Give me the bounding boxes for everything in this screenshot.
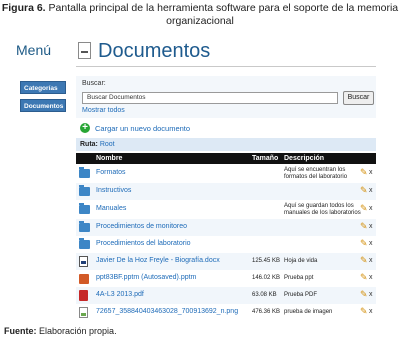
row-size: 476.36 KB [252,309,281,315]
caption-label: Figura 6. [1,2,46,14]
row-name[interactable]: Procedimientos del laboratorio [96,240,191,247]
column-header-name[interactable]: Nombre [96,153,122,164]
edit-pencil-icon[interactable]: ✎ [360,204,368,213]
edit-pencil-icon[interactable]: ✎ [360,239,368,248]
edit-pencil-icon[interactable]: ✎ [360,307,368,316]
figure-source: Fuente: Elaboración propia. [4,326,117,336]
edit-pencil-icon[interactable]: ✎ [360,186,368,195]
table-row[interactable]: 4A-L3 2013.pdf 63.08 KB Prueba PDF ✎ x [76,287,376,304]
source-text: Elaboración propia. [39,326,117,336]
row-description: prueba de imagen [284,309,333,315]
delete-icon[interactable]: x [369,223,373,230]
folder-icon [79,167,90,178]
word-file-icon [79,256,88,267]
search-label: Buscar: [82,80,106,87]
row-name[interactable]: Procedimientos de monitoreo [96,223,187,230]
sidebar-item-documentos[interactable]: Documentos [20,99,66,112]
upload-document-link[interactable]: Cargar un nuevo documento [95,124,190,133]
delete-icon[interactable]: x [369,169,373,176]
row-description: Aquí se encuentran los formatos del labo… [284,167,348,180]
column-header-size[interactable]: Tamaño [252,153,278,164]
table-row[interactable]: Formatos Aquí se encuentran los formatos… [76,165,376,182]
route-label: Ruta: [80,141,98,148]
edit-pencil-icon[interactable]: ✎ [360,273,368,282]
page-title: Documentos [98,40,211,62]
row-name[interactable]: Instructivos [96,187,131,194]
row-size: 146.02 KB [252,275,281,281]
folder-icon [79,185,90,196]
show-all-link[interactable]: Mostrar todos [82,107,125,114]
powerpoint-file-icon [79,274,89,284]
delete-icon[interactable]: x [369,291,373,298]
source-label: Fuente: [4,326,37,336]
row-description: Prueba PDF [284,292,318,298]
table-row[interactable]: Procedimientos del laboratorio ✎ x [76,236,376,253]
row-name[interactable]: 72657_358840403463028_700913692_n.png [96,308,238,315]
caption-text-line2: organizacional [166,15,234,27]
row-name[interactable]: 4A-L3 2013.pdf [96,291,144,298]
search-input[interactable]: Buscar Documentos [82,92,338,104]
add-icon[interactable]: + [80,123,90,133]
edit-pencil-icon[interactable]: ✎ [360,168,368,177]
title-divider [76,66,376,67]
delete-icon[interactable]: x [369,205,373,212]
breadcrumb: Ruta: Root [76,138,376,151]
delete-icon[interactable]: x [369,240,373,247]
edit-pencil-icon[interactable]: ✎ [360,256,368,265]
row-description: Aquí se guardan todos los manuales de lo… [284,203,361,216]
sidebar-item-categorias[interactable]: Categorías [20,81,66,94]
document-icon [78,42,91,59]
folder-icon [79,221,90,232]
row-size: 125.45 KB [252,258,281,264]
search-button[interactable]: Buscar [343,91,374,105]
delete-icon[interactable]: x [369,274,373,281]
caption-text-line1: Pantalla principal de la herramienta sof… [48,2,399,14]
delete-icon[interactable]: x [369,308,373,315]
folder-icon [79,203,90,214]
table-header: Nombre Tamaño Descripción [76,153,376,164]
row-name[interactable]: Manuales [96,205,126,212]
table-row[interactable]: 72657_358840403463028_700913692_n.png 47… [76,304,376,321]
figure-caption: Figura 6. Pantalla principal de la herra… [0,2,400,28]
row-size: 63.08 KB [252,292,277,298]
row-description: Hoja de vida [284,258,318,264]
table-row[interactable]: ppt83BF.pptm (Autosaved).pptm 146.02 KB … [76,270,376,287]
row-description: Prueba ppt [284,275,314,281]
table-row[interactable]: Manuales Aquí se guardan todos los manua… [76,201,376,218]
folder-icon [79,238,90,249]
delete-icon[interactable]: x [369,187,373,194]
edit-pencil-icon[interactable]: ✎ [360,222,368,231]
table-row[interactable]: Procedimientos de monitoreo ✎ x [76,219,376,236]
delete-icon[interactable]: x [369,257,373,264]
table-row[interactable]: Javier De la Hoz Freyle - Biografía.docx… [76,253,376,270]
edit-pencil-icon[interactable]: ✎ [360,290,368,299]
row-name[interactable]: Formatos [96,169,126,176]
image-file-icon [79,307,88,318]
menu-title: Menú [16,42,52,58]
column-header-description: Descripción [284,155,325,162]
row-name[interactable]: ppt83BF.pptm (Autosaved).pptm [96,274,196,281]
table-row[interactable]: Instructivos ✎ x [76,183,376,200]
row-name[interactable]: Javier De la Hoz Freyle - Biografía.docx [96,257,220,264]
pdf-file-icon [79,290,88,301]
route-root-link[interactable]: Root [100,141,115,148]
